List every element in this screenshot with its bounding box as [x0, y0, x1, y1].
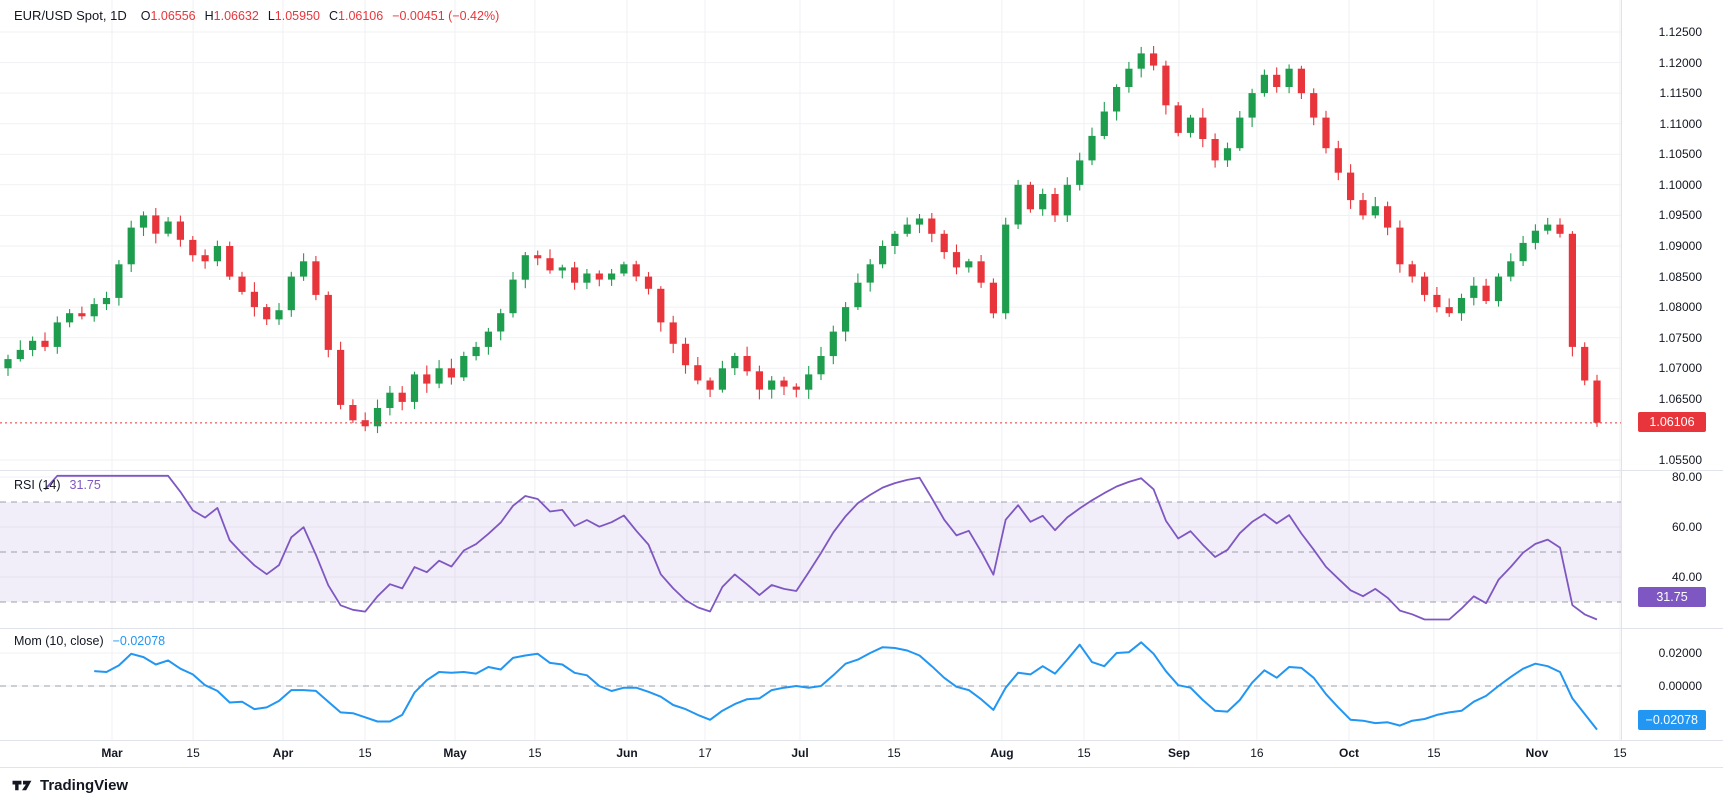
mom-axis-label: 0.00000: [1659, 678, 1702, 694]
momentum-legend: Mom (10, close) −0.02078: [14, 634, 165, 648]
trading-chart: EUR/USD Spot, 1D O1.06556 H1.06632 L1.05…: [0, 0, 1723, 803]
brand-text[interactable]: TradingView: [40, 777, 128, 794]
price-axis-label: 1.11000: [1660, 116, 1703, 132]
price-scale[interactable]: 1.12500 1.12000 1.11500 1.11000 1.10500 1.100…: [1621, 0, 1723, 740]
momentum-title[interactable]: Mom (10, close): [14, 634, 104, 648]
price-axis-label: 1.08500: [1659, 269, 1702, 285]
price-axis-label: 1.09500: [1659, 207, 1702, 223]
time-axis-label: 15: [1613, 746, 1626, 760]
last-price-badge: 1.06106: [1638, 412, 1706, 432]
time-axis-label: 17: [698, 746, 711, 760]
momentum-value-badge: −0.02078: [1638, 710, 1706, 730]
tradingview-link[interactable]: TradingView: [12, 777, 128, 794]
bottom-bar: TradingView: [0, 767, 1723, 803]
time-axis-label: Nov: [1526, 746, 1549, 760]
time-axis-label: 15: [887, 746, 900, 760]
change-value: −0.00451 (−0.42%): [392, 9, 499, 23]
price-axis-label: 1.05500: [1659, 452, 1702, 468]
time-axis-label: 15: [358, 746, 371, 760]
time-axis-label: Jun: [616, 746, 637, 760]
momentum-value: −0.02078: [113, 634, 165, 648]
time-axis-label: Jul: [791, 746, 808, 760]
time-axis-label: 15: [186, 746, 199, 760]
time-axis-label: 15: [528, 746, 541, 760]
price-axis-label: 1.10000: [1659, 177, 1702, 193]
symbol-title[interactable]: EUR/USD Spot, 1D: [14, 8, 127, 23]
time-axis-label: Oct: [1339, 746, 1359, 760]
ohlc-close: C1.06106: [329, 9, 383, 23]
price-axis-label: 1.12000: [1659, 55, 1702, 71]
momentum-pane[interactable]: Mom (10, close) −0.02078: [0, 629, 1621, 740]
rsi-axis-label: 60.00: [1672, 519, 1702, 535]
price-pane[interactable]: EUR/USD Spot, 1D O1.06556 H1.06632 L1.05…: [0, 0, 1621, 470]
tradingview-logo-icon: [12, 778, 33, 793]
price-legend: EUR/USD Spot, 1D O1.06556 H1.06632 L1.05…: [14, 8, 499, 23]
time-axis-label: May: [443, 746, 466, 760]
price-axis-label: 1.07500: [1659, 330, 1702, 346]
price-axis-label: 1.06500: [1659, 391, 1702, 407]
ohlc-open: O1.06556: [141, 9, 196, 23]
price-axis-label: 1.12500: [1659, 24, 1702, 40]
rsi-pane[interactable]: RSI (14) 31.75: [0, 471, 1621, 628]
price-axis-label: 1.08000: [1659, 299, 1702, 315]
time-axis-label: Aug: [990, 746, 1013, 760]
price-axis-label: 1.07000: [1659, 360, 1702, 376]
price-axis-label: 1.10500: [1659, 146, 1702, 162]
time-scale[interactable]: Mar 15 Apr 15 May 15 Jun 17 Jul 15 Aug 15 Sep 16 Oct 15…: [0, 740, 1723, 768]
mom-axis-label: 0.02000: [1659, 645, 1702, 661]
price-axis-label: 1.09000: [1659, 238, 1702, 254]
rsi-axis-label: 40.00: [1672, 569, 1702, 585]
time-axis-label: Mar: [101, 746, 122, 760]
time-axis-label: 15: [1077, 746, 1090, 760]
rsi-value: 31.75: [70, 478, 101, 492]
ohlc-low: L1.05950: [268, 9, 320, 23]
rsi-value-badge: 31.75: [1638, 587, 1706, 607]
rsi-title[interactable]: RSI (14): [14, 478, 61, 492]
rsi-legend: RSI (14) 31.75: [14, 478, 101, 492]
time-axis-label: Sep: [1168, 746, 1190, 760]
time-axis-label: 16: [1250, 746, 1263, 760]
time-axis-label: 15: [1427, 746, 1440, 760]
price-axis-label: 1.11500: [1660, 85, 1703, 101]
ohlc-high: H1.06632: [205, 9, 259, 23]
time-axis-label: Apr: [273, 746, 294, 760]
rsi-axis-label: 80.00: [1672, 469, 1702, 485]
